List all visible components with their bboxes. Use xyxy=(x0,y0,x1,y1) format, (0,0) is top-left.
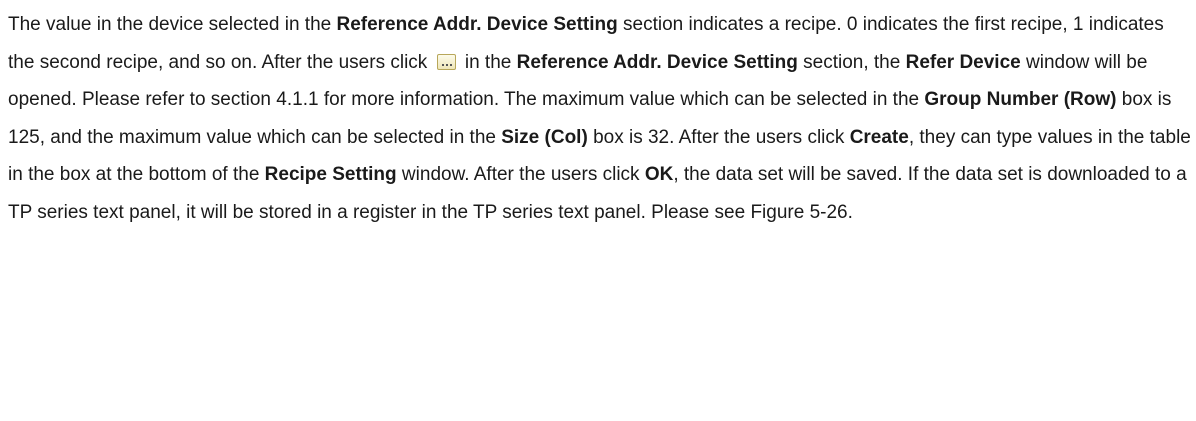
text-run: box is 32. After the users click xyxy=(587,126,850,148)
bold-term-create: Create xyxy=(849,126,909,148)
text-run: section, the xyxy=(797,51,906,73)
bold-term-reference-addr: Reference Addr. Device Setting xyxy=(516,51,798,73)
bold-term-size-col: Size (Col) xyxy=(501,126,588,148)
text-run: The value in the device selected in the xyxy=(8,14,337,35)
bold-term-recipe-setting: Recipe Setting xyxy=(264,164,397,185)
bold-term-ok: OK xyxy=(644,164,674,185)
ellipsis-button-icon xyxy=(436,53,456,70)
bold-term-group-number: Group Number (Row) xyxy=(924,89,1117,110)
bold-term-reference-addr: Reference Addr. Device Setting xyxy=(336,14,618,35)
document-page: The value in the device selected in the … xyxy=(0,0,1196,231)
text-run: window. After the users click xyxy=(396,164,645,185)
text-run: in the xyxy=(459,51,517,73)
bold-term-refer-device: Refer Device xyxy=(905,51,1021,73)
body-paragraph: The value in the device selected in the … xyxy=(8,6,1194,231)
